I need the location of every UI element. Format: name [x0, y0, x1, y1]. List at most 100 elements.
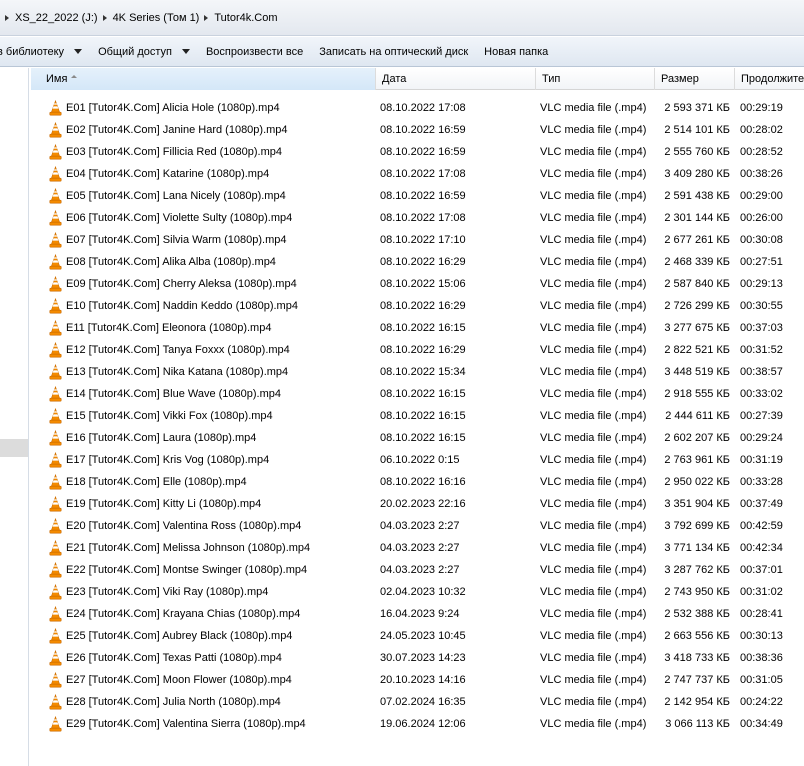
file-date: 08.10.2022 15:06 [380, 278, 466, 290]
file-row[interactable]: E19 [Tutor4K.Com] Kitty Li (1080p).mp4 2… [31, 493, 804, 515]
file-row[interactable]: E27 [Tutor4K.Com] Moon Flower (1080p).mp… [31, 669, 804, 691]
file-row[interactable]: E13 [Tutor4K.Com] Nika Katana (1080p).mp… [31, 361, 804, 383]
vlc-cone-icon [49, 694, 62, 710]
file-date: 02.04.2023 10:32 [380, 586, 466, 598]
file-row[interactable]: E06 [Tutor4K.Com] Violette Sulty (1080p)… [31, 207, 804, 229]
column-header-bar: Имя Дата Тип Размер Продолжите [31, 68, 804, 90]
file-row[interactable]: E28 [Tutor4K.Com] Julia North (1080p).mp… [31, 691, 804, 713]
file-name: E07 [Tutor4K.Com] Silvia Warm (1080p).mp… [66, 234, 287, 246]
new-folder-button[interactable]: Новая папка [476, 37, 556, 66]
file-row[interactable]: E23 [Tutor4K.Com] Viki Ray (1080p).mp4 0… [31, 581, 804, 603]
file-duration: 00:42:34 [740, 542, 783, 554]
file-size: 2 747 737 КБ [664, 674, 730, 686]
file-name: E05 [Tutor4K.Com] Lana Nicely (1080p).mp… [66, 190, 286, 202]
address-bar[interactable]: XS_22_2022 (J:) 4K Series (Том 1) Tutor4… [0, 0, 804, 36]
file-row[interactable]: E11 [Tutor4K.Com] Eleonora (1080p).mp4 0… [31, 317, 804, 339]
file-row[interactable]: E26 [Tutor4K.Com] Texas Patti (1080p).mp… [31, 647, 804, 669]
file-size: 3 448 519 КБ [664, 366, 730, 378]
column-header-name-label: Имя [46, 73, 68, 85]
share-button[interactable]: Общий доступ [90, 37, 198, 66]
add-to-library-button[interactable]: в библиотеку [0, 37, 90, 66]
vlc-cone-icon [49, 650, 62, 666]
breadcrumb-drive[interactable]: XS_22_2022 (J:) [15, 12, 98, 24]
file-duration: 00:30:08 [740, 234, 783, 246]
column-header-date-label: Дата [382, 73, 407, 85]
file-type: VLC media file (.mp4) [540, 278, 647, 290]
file-row[interactable]: E02 [Tutor4K.Com] Janine Hard (1080p).mp… [31, 119, 804, 141]
file-row[interactable]: E25 [Tutor4K.Com] Aubrey Black (1080p).m… [31, 625, 804, 647]
file-row[interactable]: E04 [Tutor4K.Com] Katarine (1080p).mp4 0… [31, 163, 804, 185]
file-row[interactable]: E29 [Tutor4K.Com] Valentina Sierra (1080… [31, 713, 804, 735]
play-all-button[interactable]: Воспроизвести все [198, 37, 311, 66]
file-type: VLC media file (.mp4) [540, 630, 647, 642]
file-row[interactable]: E09 [Tutor4K.Com] Cherry Aleksa (1080p).… [31, 273, 804, 295]
file-row[interactable]: E18 [Tutor4K.Com] Elle (1080p).mp4 08.10… [31, 471, 804, 493]
file-row[interactable]: E01 [Tutor4K.Com] Alicia Hole (1080p).mp… [31, 97, 804, 119]
file-type: VLC media file (.mp4) [540, 432, 647, 444]
file-type: VLC media file (.mp4) [540, 322, 647, 334]
file-row[interactable]: E17 [Tutor4K.Com] Kris Vog (1080p).mp4 0… [31, 449, 804, 471]
column-header-size[interactable]: Размер [655, 68, 735, 90]
file-name: E17 [Tutor4K.Com] Kris Vog (1080p).mp4 [66, 454, 270, 466]
file-duration: 00:37:49 [740, 498, 783, 510]
file-name: E27 [Tutor4K.Com] Moon Flower (1080p).mp… [66, 674, 292, 686]
navigation-pane[interactable] [0, 68, 29, 766]
file-date: 08.10.2022 17:08 [380, 102, 466, 114]
breadcrumb-separator-icon[interactable] [5, 14, 9, 21]
file-name: E06 [Tutor4K.Com] Violette Sulty (1080p)… [66, 212, 293, 224]
file-row[interactable]: E16 [Tutor4K.Com] Laura (1080p).mp4 08.1… [31, 427, 804, 449]
file-date: 08.10.2022 16:59 [380, 124, 466, 136]
vlc-cone-icon [49, 166, 62, 182]
file-row[interactable]: E05 [Tutor4K.Com] Lana Nicely (1080p).mp… [31, 185, 804, 207]
column-header-duration[interactable]: Продолжите [735, 68, 804, 90]
file-date: 04.03.2023 2:27 [380, 564, 460, 576]
file-type: VLC media file (.mp4) [540, 146, 647, 158]
file-name: E09 [Tutor4K.Com] Cherry Aleksa (1080p).… [66, 278, 297, 290]
vlc-cone-icon [49, 122, 62, 138]
file-size: 3 418 733 КБ [664, 652, 730, 664]
file-name: E13 [Tutor4K.Com] Nika Katana (1080p).mp… [66, 366, 289, 378]
file-row[interactable]: E07 [Tutor4K.Com] Silvia Warm (1080p).mp… [31, 229, 804, 251]
file-size: 2 950 022 КБ [664, 476, 730, 488]
vlc-cone-icon [49, 672, 62, 688]
column-header-type[interactable]: Тип [536, 68, 655, 90]
vlc-cone-icon [49, 474, 62, 490]
file-row[interactable]: E15 [Tutor4K.Com] Vikki Fox (1080p).mp4 … [31, 405, 804, 427]
file-date: 07.02.2024 16:35 [380, 696, 466, 708]
breadcrumb-separator-icon[interactable] [204, 14, 209, 21]
file-row[interactable]: E03 [Tutor4K.Com] Fillicia Red (1080p).m… [31, 141, 804, 163]
file-duration: 00:27:51 [740, 256, 783, 268]
file-date: 06.10.2022 0:15 [380, 454, 460, 466]
file-row[interactable]: E21 [Tutor4K.Com] Melissa Johnson (1080p… [31, 537, 804, 559]
file-type: VLC media file (.mp4) [540, 608, 647, 620]
file-size: 3 409 280 КБ [664, 168, 730, 180]
vlc-cone-icon [49, 342, 62, 358]
file-row[interactable]: E10 [Tutor4K.Com] Naddin Keddo (1080p).m… [31, 295, 804, 317]
file-duration: 00:37:03 [740, 322, 783, 334]
file-size: 2 142 954 КБ [664, 696, 730, 708]
file-duration: 00:30:55 [740, 300, 783, 312]
column-header-date[interactable]: Дата [376, 68, 536, 90]
breadcrumb-series-folder[interactable]: 4K Series (Том 1) [113, 12, 200, 24]
file-duration: 00:33:28 [740, 476, 783, 488]
file-duration: 00:29:19 [740, 102, 783, 114]
file-duration: 00:34:49 [740, 718, 783, 730]
file-row[interactable]: E22 [Tutor4K.Com] Montse Swinger (1080p)… [31, 559, 804, 581]
file-name: E02 [Tutor4K.Com] Janine Hard (1080p).mp… [66, 124, 288, 136]
file-name: E22 [Tutor4K.Com] Montse Swinger (1080p)… [66, 564, 308, 576]
file-type: VLC media file (.mp4) [540, 410, 647, 422]
file-row[interactable]: E12 [Tutor4K.Com] Tanya Foxxx (1080p).mp… [31, 339, 804, 361]
vlc-cone-icon [49, 100, 62, 116]
file-row[interactable]: E20 [Tutor4K.Com] Valentina Ross (1080p)… [31, 515, 804, 537]
breadcrumb-separator-icon[interactable] [102, 14, 107, 21]
column-header-name[interactable]: Имя [31, 68, 376, 90]
file-type: VLC media file (.mp4) [540, 344, 647, 356]
chevron-down-icon [181, 49, 190, 54]
nav-selected-item[interactable] [0, 439, 28, 457]
burn-disc-button[interactable]: Записать на оптический диск [311, 37, 476, 66]
file-row[interactable]: E24 [Tutor4K.Com] Krayana Chias (1080p).… [31, 603, 804, 625]
file-row[interactable]: E08 [Tutor4K.Com] Alika Alba (1080p).mp4… [31, 251, 804, 273]
file-date: 08.10.2022 16:59 [380, 146, 466, 158]
breadcrumb-current-folder[interactable]: Tutor4k.Com [214, 12, 277, 24]
file-row[interactable]: E14 [Tutor4K.Com] Blue Wave (1080p).mp4 … [31, 383, 804, 405]
